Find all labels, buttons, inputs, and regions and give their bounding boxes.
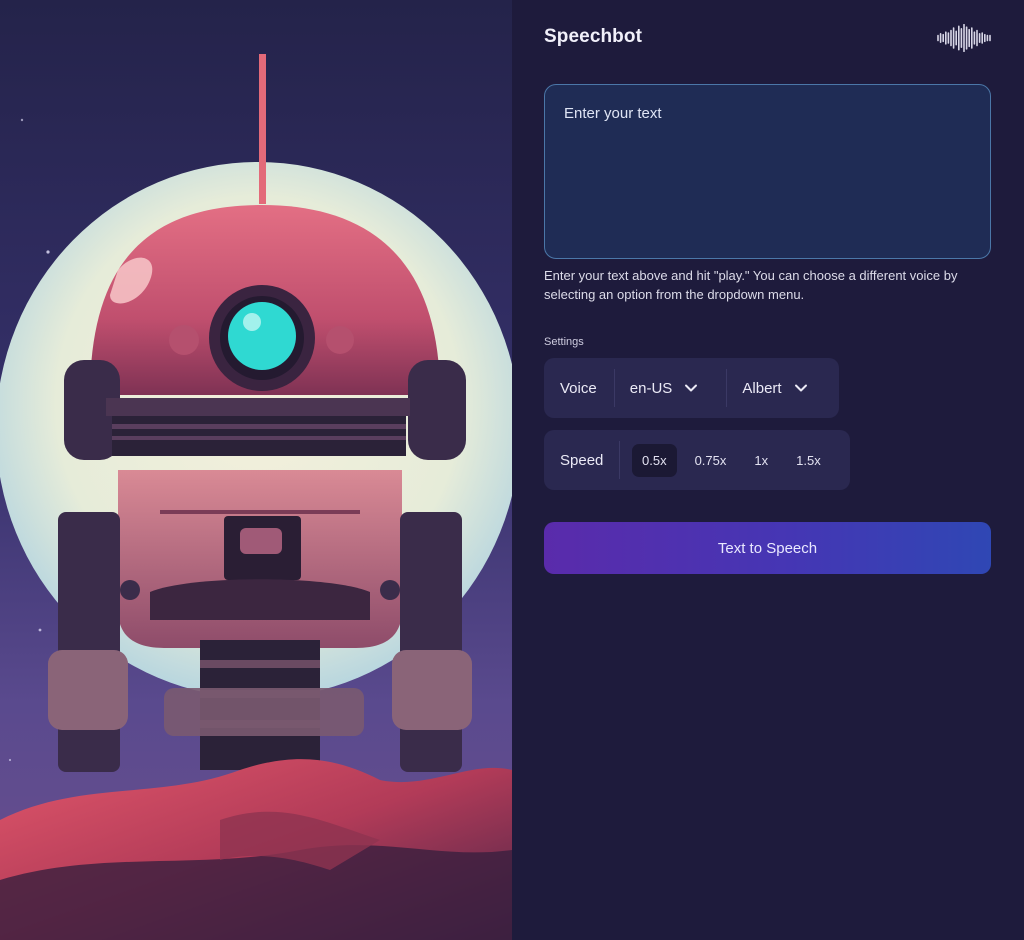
- voice-value: Albert: [742, 379, 782, 397]
- speed-option-1x[interactable]: 1x: [744, 444, 778, 477]
- locale-dropdown[interactable]: en-US: [615, 380, 727, 397]
- settings-panel: Speechbot Enter your text Enter your tex…: [512, 0, 1024, 940]
- speed-option-1-5x[interactable]: 1.5x: [786, 444, 831, 477]
- sound-wave-icon: [937, 24, 991, 52]
- voice-settings-row: Voice en-US Albert: [544, 358, 839, 418]
- voice-label: Voice: [560, 379, 597, 397]
- voice-dropdown[interactable]: Albert: [727, 380, 839, 397]
- settings-heading: Settings: [544, 336, 584, 348]
- speed-settings-row: Speed 0.5x 0.75x 1x 1.5x: [544, 430, 850, 490]
- header: Speechbot: [544, 22, 992, 54]
- speed-options: 0.5x 0.75x 1x 1.5x: [632, 443, 839, 477]
- helper-text: Enter your text above and hit "play." Yo…: [544, 268, 958, 302]
- divider: [619, 441, 620, 479]
- speed-label: Speed: [560, 451, 604, 469]
- locale-value: en-US: [629, 379, 673, 397]
- speed-option-0-5x[interactable]: 0.5x: [632, 443, 677, 477]
- chevron-down-icon: [685, 384, 698, 392]
- app-title: Speechbot: [544, 26, 643, 47]
- speed-option-0-75x[interactable]: 0.75x: [685, 444, 737, 477]
- robot-illustration: [0, 0, 512, 940]
- chevron-down-icon: [794, 384, 807, 392]
- text-input-placeholder: Enter your text: [564, 105, 662, 122]
- text-input[interactable]: Enter your text: [544, 84, 991, 259]
- text-to-speech-button[interactable]: Text to Speech: [544, 522, 991, 574]
